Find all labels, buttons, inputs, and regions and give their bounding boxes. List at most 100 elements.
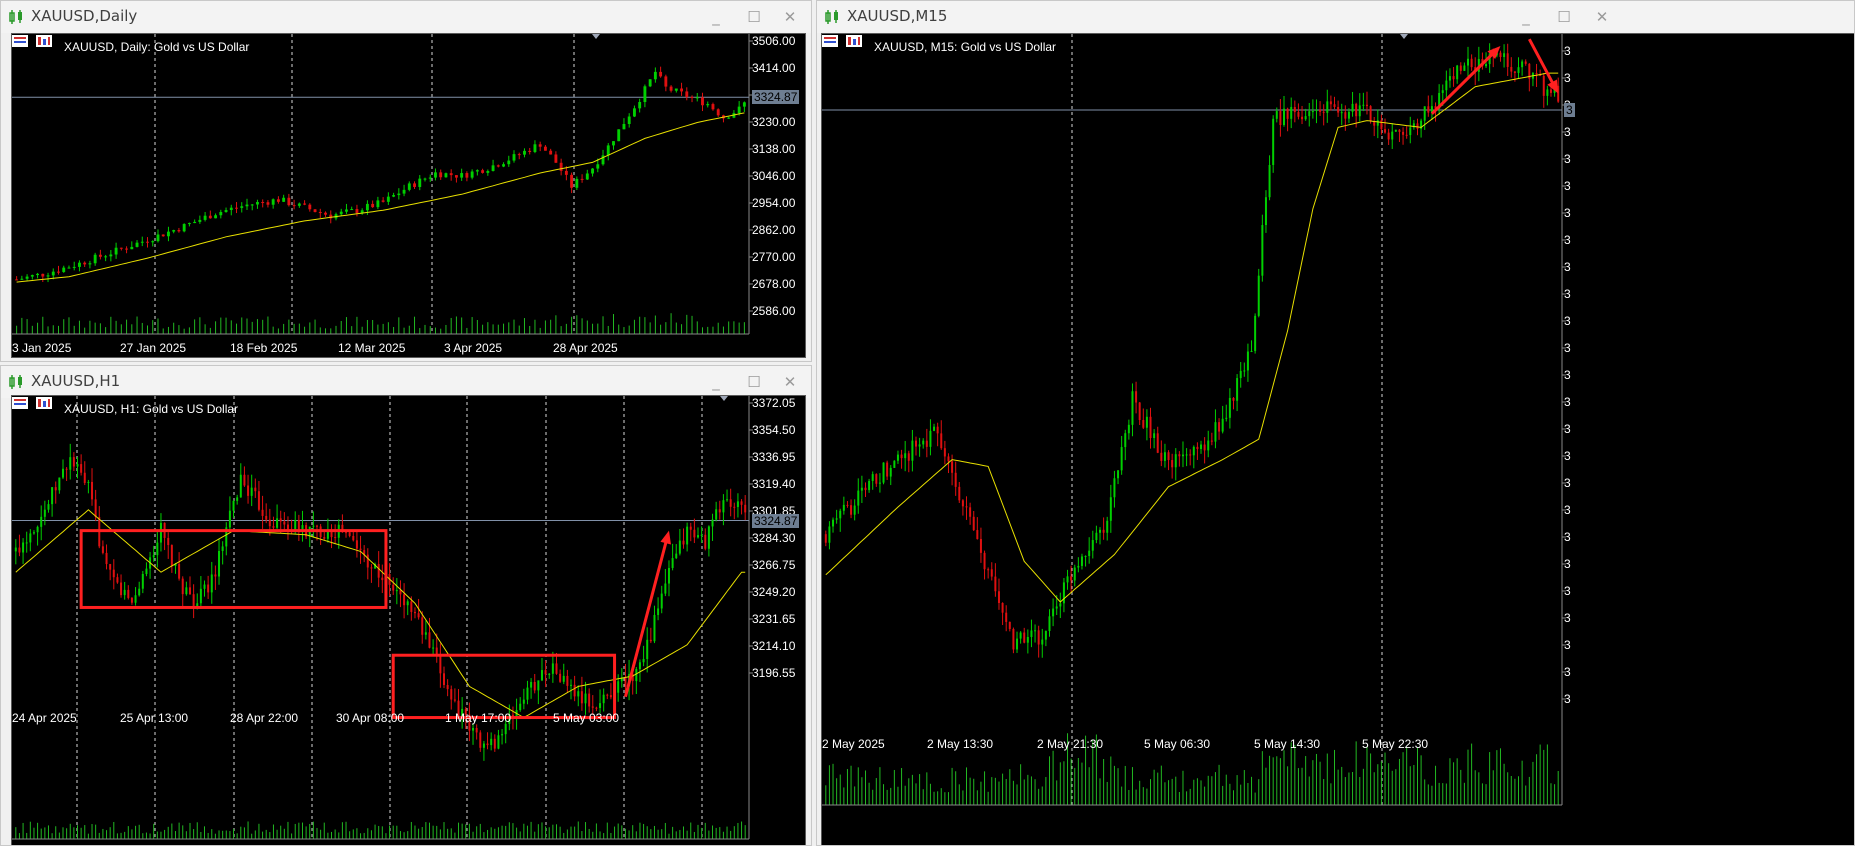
chart-area[interactable]: XAUUSD, M15: Gold vs US Dollar 3 3 3 3 3 3 3 3 3… xyxy=(821,33,1855,846)
candle xyxy=(177,227,181,233)
candle xyxy=(1041,628,1044,658)
chart-area[interactable]: XAUUSD, H1: Gold vs US Dollar 3372.05 335… xyxy=(11,395,807,846)
candle xyxy=(533,140,537,154)
candle xyxy=(1181,441,1184,468)
close-button[interactable]: ✕ xyxy=(1589,5,1615,29)
candle xyxy=(454,175,458,183)
window-m15[interactable]: XAUUSD,M15 _ ☐ ✕ XAUUSD, M15: Gold vs US… xyxy=(816,0,1855,846)
titlebar[interactable]: XAUUSD,M15 _ ☐ ✕ xyxy=(817,1,1854,33)
candlestick-chart[interactable] xyxy=(822,34,1855,846)
candle xyxy=(1228,388,1231,429)
candle xyxy=(203,211,207,222)
annotation-rectangle xyxy=(391,653,617,720)
candle xyxy=(210,561,213,604)
candle xyxy=(449,169,453,181)
date-axis-label: 5 May 22:30 xyxy=(1362,737,1429,751)
candle xyxy=(303,200,307,206)
price-axis-label: 3 xyxy=(1564,179,1571,193)
price-axis-label: 3249.20 xyxy=(752,585,796,599)
minimize-button[interactable]: _ xyxy=(1513,5,1539,29)
close-button[interactable]: ✕ xyxy=(777,370,803,394)
titlebar[interactable]: XAUUSD,Daily _ ☐ ✕ xyxy=(1,1,811,33)
candle xyxy=(486,732,489,750)
close-button[interactable]: ✕ xyxy=(777,5,803,29)
candle xyxy=(994,563,997,597)
candle xyxy=(62,265,66,273)
candle xyxy=(1239,362,1242,388)
candlestick-chart[interactable] xyxy=(12,396,807,846)
candle xyxy=(236,494,239,505)
candle xyxy=(896,450,899,464)
price-axis-label: 3 xyxy=(1564,125,1571,139)
candle xyxy=(969,502,972,525)
candle xyxy=(1113,470,1116,508)
chart-area[interactable]: XAUUSD, Daily: Gold vs US Dollar 3506.00… xyxy=(11,33,806,358)
candle xyxy=(680,82,683,96)
candle xyxy=(828,521,831,550)
candle xyxy=(182,223,186,233)
candle xyxy=(839,508,842,532)
maximize-button[interactable]: ☐ xyxy=(1551,5,1577,29)
candle xyxy=(30,274,34,280)
titlebar[interactable]: XAUUSD,H1 _ ☐ ✕ xyxy=(1,366,811,398)
candle xyxy=(301,510,304,542)
candle xyxy=(470,169,474,180)
candle xyxy=(276,196,280,204)
candle xyxy=(693,518,696,544)
candle xyxy=(1420,118,1423,138)
price-axis-label: 3 xyxy=(1564,341,1571,355)
candle xyxy=(72,261,76,271)
maximize-button[interactable]: ☐ xyxy=(741,370,767,394)
candle xyxy=(261,199,265,208)
minimize-button[interactable]: _ xyxy=(703,370,729,394)
candle xyxy=(43,500,46,526)
candle xyxy=(1329,95,1332,111)
candle xyxy=(25,274,29,281)
candlestick-chart[interactable] xyxy=(12,34,807,359)
candle xyxy=(36,272,40,279)
candle xyxy=(292,199,296,210)
window-daily[interactable]: XAUUSD,Daily _ ☐ ✕ XAUUSD, Daily: Gold v… xyxy=(0,0,812,362)
candle xyxy=(893,460,896,468)
candle xyxy=(283,512,286,532)
price-axis-label: 2954.00 xyxy=(752,196,796,210)
candle xyxy=(490,732,493,751)
candle xyxy=(1091,530,1094,559)
candle xyxy=(1513,70,1516,82)
candle xyxy=(247,474,250,504)
candle xyxy=(319,524,322,545)
minimize-button[interactable]: _ xyxy=(703,5,729,29)
chart-properties-icon xyxy=(36,397,52,409)
candle xyxy=(1185,448,1188,467)
candle xyxy=(1506,43,1509,76)
candle xyxy=(134,587,137,606)
candle xyxy=(141,571,144,594)
date-axis-label: 5 May 03:00 xyxy=(553,711,620,725)
candle xyxy=(376,196,380,210)
candle xyxy=(192,584,195,619)
candle xyxy=(526,680,529,705)
candle xyxy=(472,724,475,745)
candle xyxy=(1337,100,1340,117)
candle xyxy=(588,688,591,713)
candle xyxy=(622,118,626,130)
candle xyxy=(185,581,188,596)
candle xyxy=(465,171,469,182)
candle xyxy=(1470,54,1473,71)
candle xyxy=(114,242,118,259)
price-axis-label: 2862.00 xyxy=(752,223,796,237)
candle xyxy=(690,95,694,103)
maximize-button[interactable]: ☐ xyxy=(741,5,767,29)
candle xyxy=(1264,190,1267,233)
candle xyxy=(370,563,373,583)
candle xyxy=(1084,555,1087,567)
chart-overlay-label: XAUUSD, H1: Gold vs US Dollar xyxy=(64,402,239,416)
candle xyxy=(1448,68,1451,88)
window-h1[interactable]: XAUUSD,H1 _ ☐ ✕ XAUUSD, H1: Gold vs US D… xyxy=(0,365,812,846)
candle xyxy=(167,532,170,559)
candle xyxy=(732,110,736,119)
candle xyxy=(313,209,317,213)
candle xyxy=(1351,91,1354,117)
candle xyxy=(664,74,668,92)
candle xyxy=(1301,105,1304,125)
